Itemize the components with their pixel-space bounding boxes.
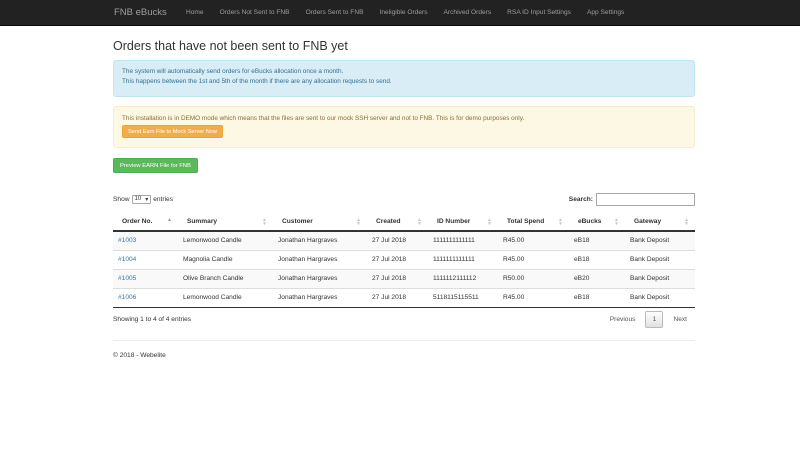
total-spend-cell: R45.00 [498, 230, 569, 250]
search-input[interactable] [596, 192, 695, 206]
info-alert: The system will automatically send order… [113, 60, 695, 97]
sort-icon: ▲ ▼ [356, 217, 361, 227]
sort-ascending-icon: ▲ [167, 217, 172, 223]
total-spend-cell: R45.00 [498, 287, 569, 308]
customer-cell: Jonathan Hargraves [273, 287, 367, 308]
created-cell: 27 Jul 2018 [367, 249, 428, 269]
total-spend-cell: R50.00 [498, 268, 569, 288]
ebucks-cell: eB18 [569, 287, 625, 308]
sort-icon: ▲ ▼ [417, 217, 422, 227]
column-header-id-number[interactable]: ID Number ▲ ▼ [428, 213, 498, 232]
sort-icon: ▲ ▼ [487, 217, 492, 227]
summary-cell: Magnolia Candle [178, 249, 273, 269]
column-header-order-no[interactable]: Order No. ▲ [113, 213, 178, 232]
nav-app-settings[interactable]: App Settings [579, 0, 632, 26]
created-cell: 27 Jul 2018 [367, 268, 428, 288]
order-link[interactable]: #1005 [118, 275, 136, 282]
sort-icon: ▲ ▼ [558, 217, 563, 227]
created-cell: 27 Jul 2018 [367, 287, 428, 308]
entries-select-value: 10 [134, 196, 142, 202]
search-control: Search: [568, 192, 695, 206]
table-info: Showing 1 to 4 of 4 entries [113, 316, 192, 323]
show-label: Show [113, 195, 130, 203]
column-header-ebucks[interactable]: eBucks ▲ ▼ [569, 213, 625, 232]
chevron-down-icon: ▾ [145, 196, 149, 203]
summary-cell: Lemonwood Candle [178, 230, 273, 250]
nav-ineligible-orders[interactable]: Ineligible Orders [372, 0, 436, 26]
brand-link[interactable]: FNB eBucks [114, 7, 178, 18]
column-header-customer[interactable]: Customer ▲ ▼ [273, 213, 367, 232]
id-number-cell: 1111111111111 [428, 230, 498, 250]
search-label: Search: [568, 195, 593, 203]
ebucks-cell: eB18 [569, 230, 625, 250]
footer-divider [113, 339, 695, 341]
table-row: #1006 Lemonwood Candle Jonathan Hargrave… [113, 287, 695, 308]
order-link[interactable]: #1004 [118, 256, 136, 263]
table-row: #1004 Magnolia Candle Jonathan Hargraves… [113, 249, 695, 269]
info-alert-line-2: This happens between the 1st and 5th of … [122, 78, 392, 85]
nav-rsa-id-settings[interactable]: RSA ID Input Settings [499, 0, 579, 26]
sort-icon: ▲ ▼ [614, 217, 619, 227]
nav-archived-orders[interactable]: Archived Orders [436, 0, 500, 26]
top-navbar: FNB eBucks Home Orders Not Sent to FNB O… [0, 0, 800, 26]
datatable-footer: Showing 1 to 4 of 4 entries Previous 1 N… [113, 311, 695, 329]
nav-orders-not-sent[interactable]: Orders Not Sent to FNB [212, 0, 298, 26]
orders-table: Order No. ▲ Summary ▲ ▼ Customer ▲ ▼ Created ▲… [113, 213, 695, 308]
customer-cell: Jonathan Hargraves [273, 249, 367, 269]
pagination: Previous 1 Next [602, 311, 695, 328]
total-spend-cell: R45.00 [498, 249, 569, 269]
page-title: Orders that have not been sent to FNB ye… [113, 39, 348, 53]
ebucks-cell: eB18 [569, 249, 625, 269]
footer-copyright: © 2018 - Webelite [113, 351, 166, 359]
demo-alert-text: This installation is in DEMO mode which … [122, 115, 525, 122]
column-header-gateway[interactable]: Gateway ▲ ▼ [625, 213, 695, 232]
created-cell: 27 Jul 2018 [367, 230, 428, 250]
customer-cell: Jonathan Hargraves [273, 230, 367, 250]
gateway-cell: Bank Deposit [625, 287, 695, 308]
ebucks-cell: eB20 [569, 268, 625, 288]
column-header-created[interactable]: Created ▲ ▼ [367, 213, 428, 232]
id-number-cell: 1111112111112 [428, 268, 498, 288]
column-header-total-spend[interactable]: Total Spend ▲ ▼ [498, 213, 569, 232]
gateway-cell: Bank Deposit [625, 249, 695, 269]
entries-length-control: Show 10 ▾ entries [113, 194, 173, 204]
summary-cell: Lemonwood Candle [178, 287, 273, 308]
order-link[interactable]: #1003 [118, 237, 136, 244]
main-container: Orders that have not been sent to FNB ye… [113, 26, 695, 359]
sort-icon: ▲ ▼ [262, 217, 267, 227]
demo-alert: This installation is in DEMO mode which … [113, 106, 695, 148]
order-link[interactable]: #1006 [118, 294, 136, 301]
table-header-row: Order No. ▲ Summary ▲ ▼ Customer ▲ ▼ Created ▲… [113, 213, 695, 232]
info-alert-line-1: The system will automatically send order… [122, 68, 344, 75]
entries-label: entries [153, 195, 173, 203]
next-page-button[interactable]: Next [665, 316, 695, 323]
id-number-cell: 1111111111111 [428, 249, 498, 269]
table-row: #1005 Olive Branch Candle Jonathan Hargr… [113, 268, 695, 288]
sort-icon: ▲ ▼ [684, 217, 689, 227]
summary-cell: Olive Branch Candle [178, 268, 273, 288]
page-1-button[interactable]: 1 [645, 311, 664, 328]
entries-select[interactable]: 10 ▾ [131, 194, 152, 204]
gateway-cell: Bank Deposit [625, 230, 695, 250]
table-row: #1003 Lemonwood Candle Jonathan Hargrave… [113, 230, 695, 250]
datatable-controls: Show 10 ▾ entries Search: [113, 192, 695, 206]
gateway-cell: Bank Deposit [625, 268, 695, 288]
column-header-summary[interactable]: Summary ▲ ▼ [178, 213, 273, 232]
id-number-cell: 5118115115511 [428, 287, 498, 308]
preview-earn-file-button[interactable]: Preview EARN File for FNB [113, 158, 198, 173]
nav-orders-sent[interactable]: Orders Sent to FNB [298, 0, 372, 26]
customer-cell: Jonathan Hargraves [273, 268, 367, 288]
nav-home[interactable]: Home [178, 0, 212, 26]
send-earn-file-button[interactable]: Send Earn File to Mock Server Now [122, 125, 223, 138]
previous-page-button[interactable]: Previous [602, 316, 644, 323]
